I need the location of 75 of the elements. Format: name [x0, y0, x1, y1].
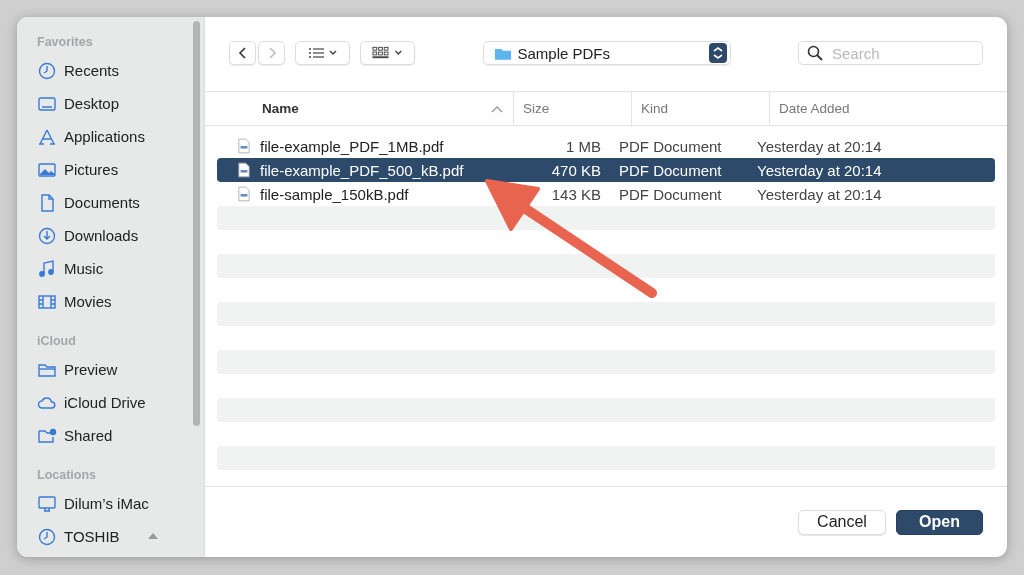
- file-size: 1 MB: [566, 137, 601, 155]
- grid-icon: [371, 46, 404, 60]
- sidebar-item-label: Desktop: [64, 95, 120, 112]
- column-header[interactable]: Size: [513, 92, 631, 125]
- sidebar-item[interactable]: Movies: [37, 285, 204, 318]
- list-icon: [306, 46, 339, 60]
- location-popup[interactable]: Sample PDFs: [482, 41, 731, 65]
- file-name: file-sample_150kB.pdf: [260, 185, 409, 203]
- file-date: Yesterday at 20:14: [757, 185, 882, 203]
- file-row[interactable]: file-sample_150kB.pdf 143 KB PDF Document Yesterday at 20:14: [217, 182, 995, 206]
- file-date: Yesterday at 20:14: [757, 161, 882, 179]
- file-kind: PDF Document: [619, 161, 722, 179]
- sidebar-item-label: Music: [64, 260, 104, 277]
- column-header-label: Name: [262, 101, 299, 116]
- column-header[interactable]: Date Added: [769, 92, 1007, 125]
- file-name: file-example_PDF_1MB.pdf: [260, 137, 444, 155]
- sidebar-section-title: Favorites: [37, 35, 94, 51]
- sidebar-item[interactable]: Applications: [37, 120, 204, 153]
- pdf-file-icon: [238, 186, 250, 202]
- sidebar-item-label: Shared: [64, 427, 113, 444]
- sidebar-item[interactable]: Preview: [37, 353, 204, 386]
- sidebar-item[interactable]: Recents: [37, 54, 204, 87]
- clock-icon: [37, 60, 57, 81]
- column-header[interactable]: Name: [262, 92, 513, 125]
- back-button[interactable]: [229, 41, 256, 65]
- file-size: 470 KB: [551, 161, 601, 179]
- file-row[interactable]: file-example_PDF_1MB.pdf 1 MB PDF Document Yesterday at 20:14: [217, 134, 995, 158]
- clock-icon: [37, 526, 57, 547]
- sidebar-section-title: Locations: [37, 468, 98, 484]
- sidebar-item[interactable]: Documents: [37, 186, 204, 219]
- computer-icon: [37, 493, 57, 514]
- eject-icon[interactable]: [147, 532, 159, 542]
- open-button[interactable]: Open: [896, 509, 983, 535]
- pdf-file-icon: [238, 162, 250, 178]
- sidebar-item[interactable]: iCloud Drive: [37, 386, 204, 419]
- sidebar-item[interactable]: Dilum’s iMac: [37, 487, 204, 520]
- file-kind: PDF Document: [619, 137, 722, 155]
- sidebar-item-label: Pictures: [64, 161, 119, 178]
- sidebar-item[interactable]: Desktop: [37, 87, 204, 120]
- sidebar-item-label: Recents: [64, 62, 120, 79]
- file-row[interactable]: file-example_PDF_500_kB.pdf 470 KB PDF Document Yesterday at 20:14: [217, 158, 995, 182]
- column-header-label: Size: [523, 101, 550, 116]
- sidebar-item[interactable]: Shared: [37, 419, 204, 452]
- sidebar-item-label: Preview: [64, 361, 118, 378]
- scrollbar[interactable]: [193, 21, 200, 426]
- sidebar-item-label: Applications: [64, 128, 145, 145]
- sidebar-item[interactable]: TOSHIB: [37, 520, 204, 553]
- sidebar-item-label: iCloud Drive: [64, 394, 146, 411]
- sidebar-item-label: Movies: [64, 293, 112, 310]
- sidebar-item-label: TOSHIB: [64, 528, 120, 545]
- file-size: 143 KB: [551, 185, 601, 203]
- column-header-label: Kind: [641, 101, 669, 116]
- icon-view-button[interactable]: [360, 41, 415, 65]
- sidebar-item[interactable]: Music: [37, 252, 204, 285]
- sidebar-item[interactable]: Downloads: [37, 219, 204, 252]
- search-icon: [807, 45, 823, 61]
- search-field[interactable]: Search: [798, 41, 983, 65]
- file-name: file-example_PDF_500_kB.pdf: [260, 161, 464, 179]
- sidebar-item-label: Documents: [64, 194, 140, 211]
- sidebar-section-title: iCloud: [37, 334, 77, 350]
- cancel-button[interactable]: Cancel: [798, 509, 886, 535]
- sidebar-item-label: Downloads: [64, 227, 139, 244]
- column-header-label: Date Added: [779, 101, 850, 116]
- chevron-right-icon: [266, 46, 277, 60]
- file-kind: PDF Document: [619, 185, 722, 203]
- stepper-icon: [708, 43, 727, 63]
- column-header[interactable]: Kind: [631, 92, 769, 125]
- file-date: Yesterday at 20:14: [757, 137, 882, 155]
- list-view-button[interactable]: [295, 41, 350, 65]
- chevron-left-icon: [237, 46, 248, 60]
- pdf-file-icon: [238, 138, 250, 154]
- download-icon: [37, 225, 57, 246]
- sidebar-item[interactable]: Pictures: [37, 153, 204, 186]
- sidebar-item-label: Dilum’s iMac: [64, 495, 149, 512]
- music-icon: [37, 258, 57, 279]
